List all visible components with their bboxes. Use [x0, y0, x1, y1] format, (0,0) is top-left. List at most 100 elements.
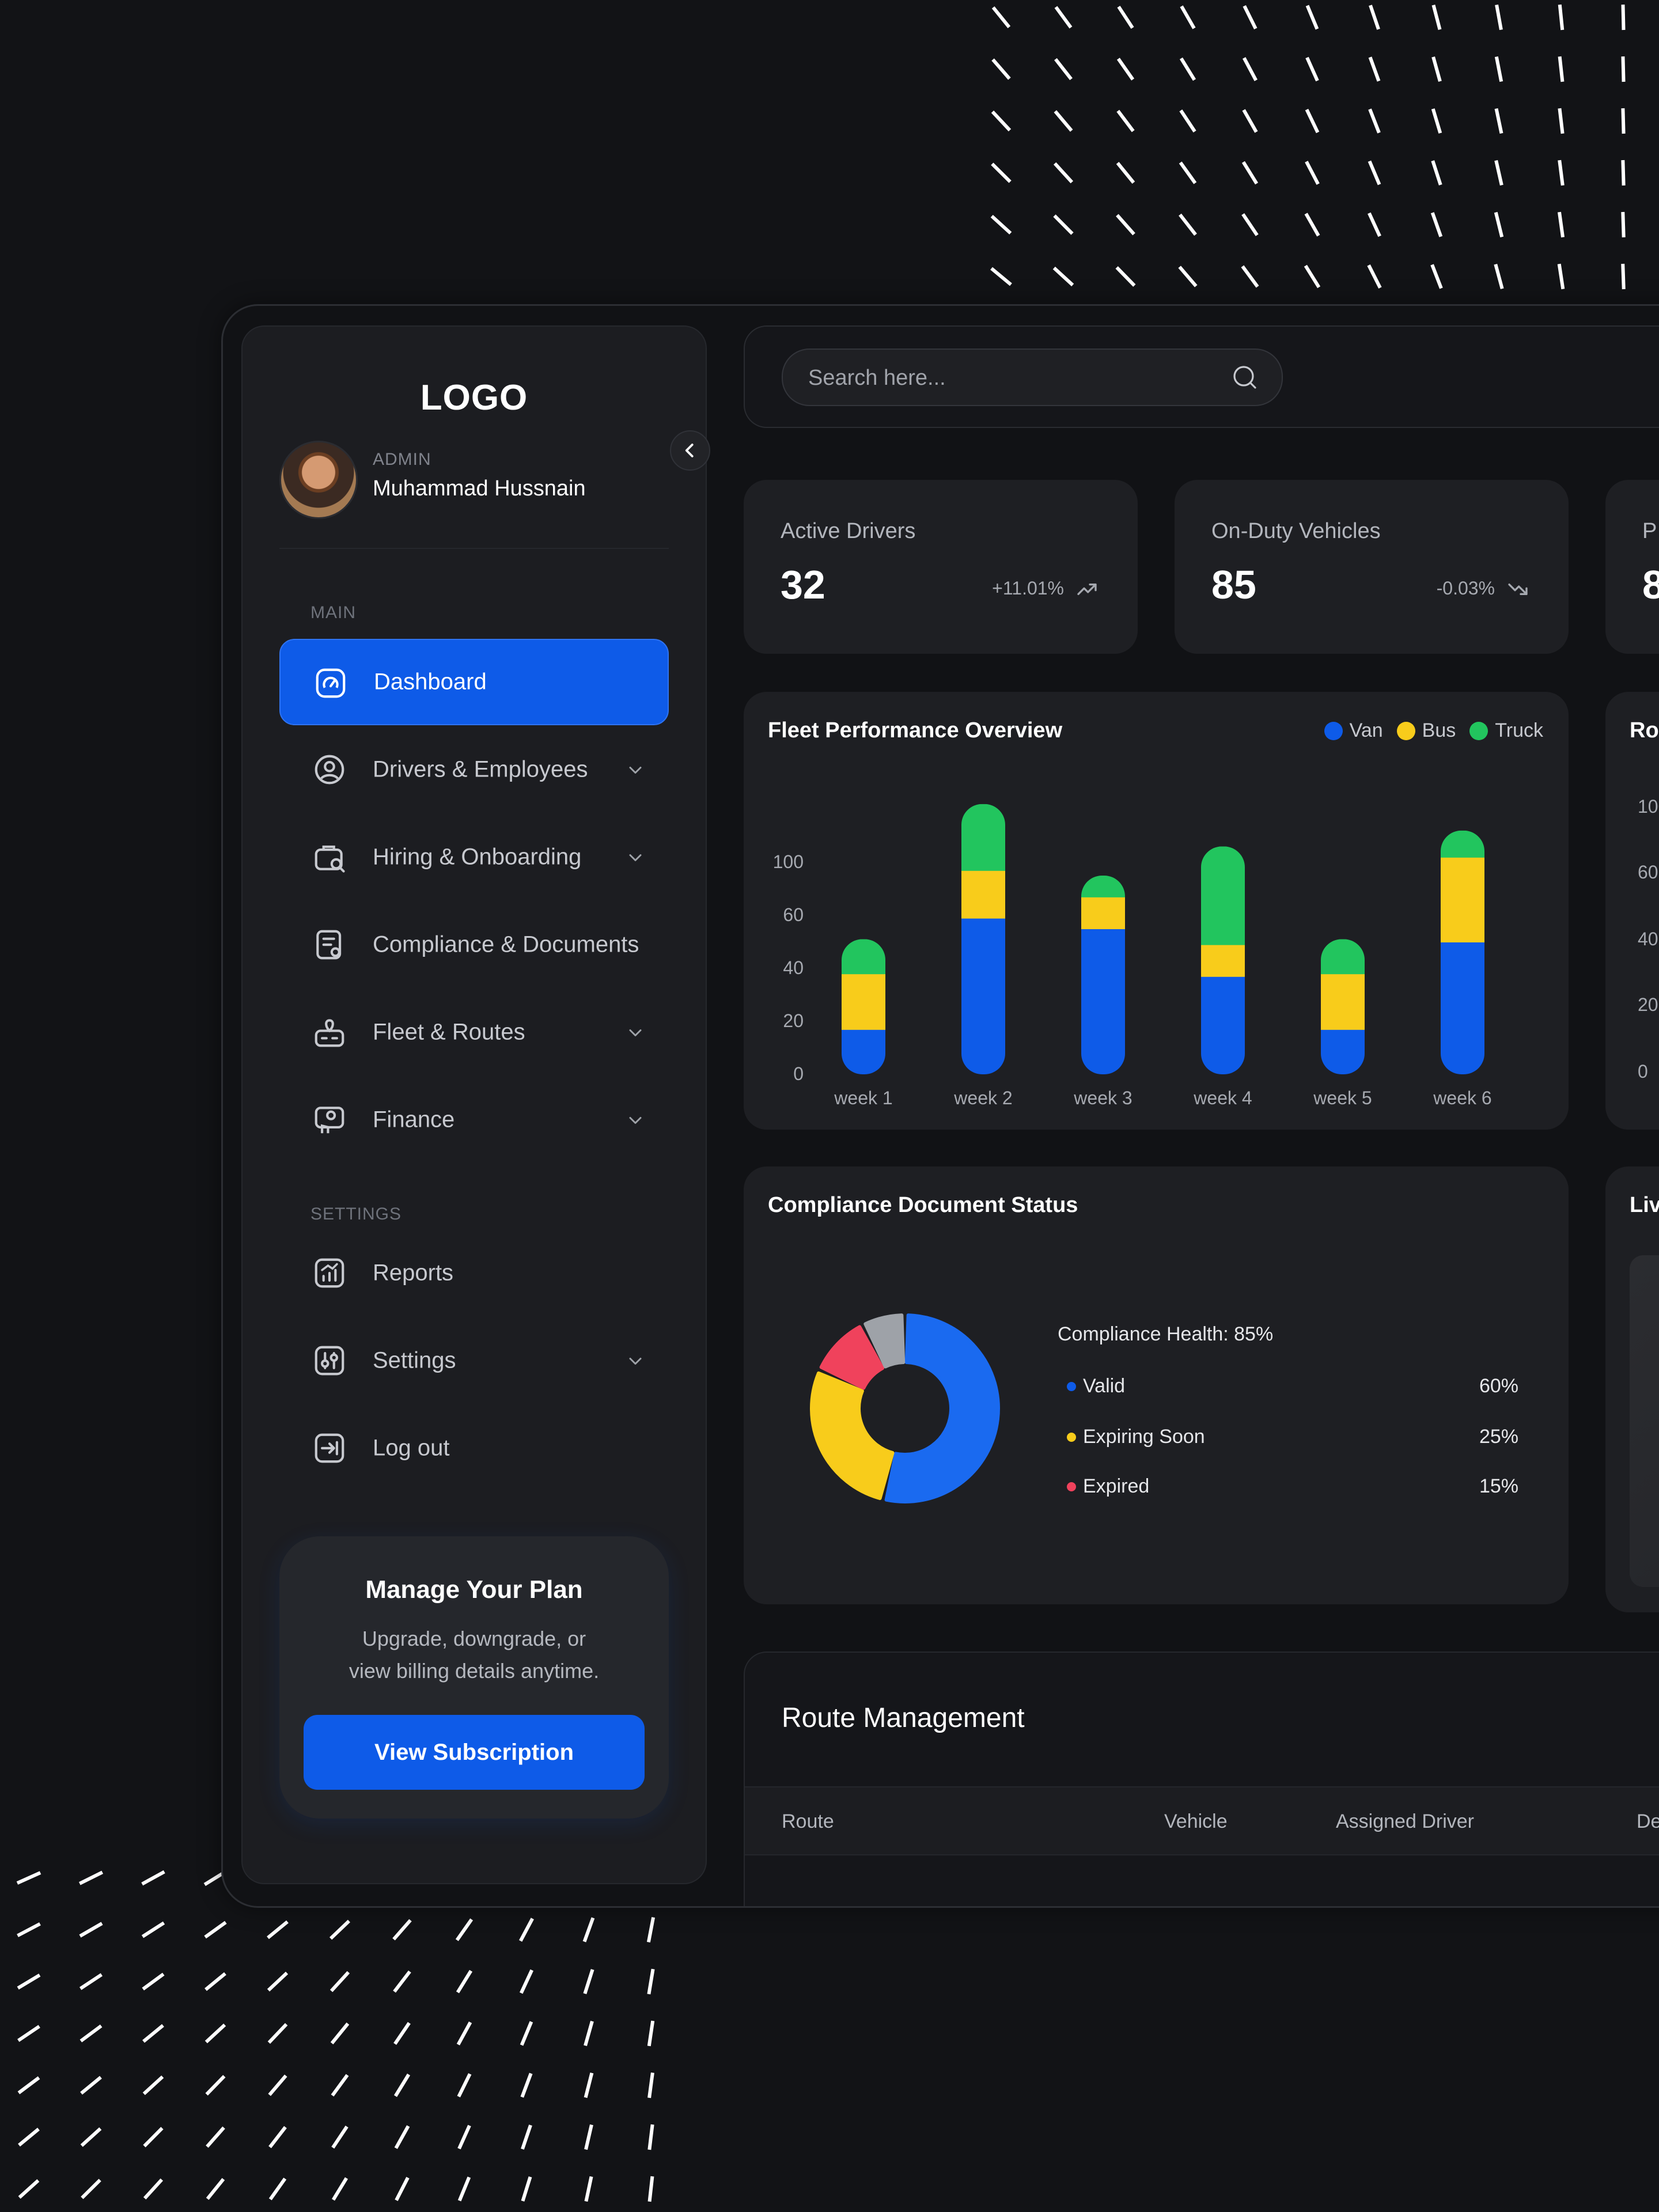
chevron-down-icon[interactable]: [625, 1351, 646, 1372]
column-header-vehicle[interactable]: Vehicle: [1164, 1810, 1228, 1833]
bar-segment-truck[interactable]: [1081, 876, 1125, 897]
donut-segment[interactable]: [810, 1371, 895, 1501]
y-tick-label: 60: [1638, 862, 1658, 882]
trend-down-icon: [1508, 584, 1528, 595]
live-map[interactable]: [1630, 1255, 1659, 1587]
route-management-card: Route Management Route Vehicle Assigned …: [744, 1652, 1659, 1906]
bar-segment-truck[interactable]: [1201, 846, 1245, 945]
bar-segment-bus[interactable]: [1441, 857, 1484, 942]
compliance-title: Compliance Document Status: [768, 1193, 1078, 1217]
sidebar: LOGO ADMIN Muhammad Hussnain MAIN Dashbo…: [241, 325, 707, 1884]
compliance-item-expired: Expired 15%: [1058, 1469, 1518, 1504]
y-tick-label: 20: [1638, 994, 1658, 1015]
bar-segment-van[interactable]: [842, 1029, 885, 1075]
stat-change: +11.01%: [992, 578, 1064, 599]
bar-segment-truck[interactable]: [1441, 830, 1484, 858]
sidebar-item-log-out[interactable]: Log out: [279, 1405, 669, 1491]
chevron-down-icon[interactable]: [625, 760, 646, 781]
sidebar-item-drivers-employees[interactable]: Drivers & Employees: [279, 726, 669, 813]
chevron-down-icon[interactable]: [625, 1022, 646, 1043]
search-box[interactable]: [782, 349, 1283, 406]
bar-segment-bus[interactable]: [961, 870, 1005, 919]
column-header-de[interactable]: De: [1637, 1810, 1659, 1833]
nav-label: Finance: [373, 1107, 455, 1132]
bar-segment-bus[interactable]: [842, 974, 885, 1030]
sidebar-item-reports[interactable]: Reports: [279, 1230, 669, 1316]
bar-segment-bus[interactable]: [1201, 944, 1245, 977]
live-title: Liv: [1630, 1193, 1659, 1217]
x-tick-label: week 6: [1433, 1088, 1491, 1108]
logout-icon: [315, 1433, 344, 1463]
decorative-dashes-top: [979, 0, 1659, 305]
live-tracking-card: Liv: [1605, 1166, 1659, 1612]
bar-segment-van[interactable]: [1081, 929, 1125, 1075]
bar-stack[interactable]: [961, 804, 1005, 1075]
compliance-percent: 25%: [1479, 1426, 1518, 1448]
view-subscription-button[interactable]: View Subscription: [304, 1715, 645, 1790]
sidebar-item-compliance-documents[interactable]: Compliance & Documents: [279, 902, 669, 988]
bar-stack[interactable]: [842, 939, 885, 1075]
compliance-label: Valid: [1083, 1375, 1126, 1397]
second-chart-axis: 100 60 40 20 0: [1638, 796, 1659, 1082]
chevron-down-icon[interactable]: [625, 1110, 646, 1131]
bar-segment-van[interactable]: [1441, 942, 1484, 1075]
sidebar-item-fleet-routes[interactable]: Fleet & Routes: [279, 989, 669, 1075]
y-tick-label: 40: [783, 957, 804, 978]
bar-segment-bus[interactable]: [1321, 974, 1365, 1030]
user-circle-icon: [315, 755, 344, 785]
user-name: Muhammad Hussnain: [373, 476, 586, 501]
x-tick-label: week 5: [1313, 1088, 1372, 1108]
bar-segment-truck[interactable]: [842, 939, 885, 975]
compliance-item-valid: Valid 60%: [1058, 1369, 1518, 1404]
collapse-sidebar-button[interactable]: [670, 430, 710, 471]
sidebar-item-settings[interactable]: Settings: [279, 1317, 669, 1404]
stat-card-partial: P 8: [1605, 480, 1659, 654]
bar-stack[interactable]: [1201, 846, 1245, 1075]
bar-stack[interactable]: [1441, 830, 1484, 1075]
stat-label: P: [1642, 519, 1657, 543]
bar-stack[interactable]: [1081, 876, 1125, 1075]
search-input[interactable]: [807, 350, 1213, 406]
bar-segment-van[interactable]: [1321, 1029, 1365, 1075]
column-header-route[interactable]: Route: [782, 1810, 834, 1833]
route-chart-card: Ro 1006040200: [1605, 692, 1659, 1130]
document-icon: [316, 930, 342, 960]
stat-card-active-drivers: Active Drivers 32 +11.01%: [744, 480, 1138, 654]
nav-label: Fleet & Routes: [373, 1019, 525, 1045]
sidebar-item-dashboard[interactable]: Dashboard: [279, 639, 669, 725]
stat-card-on-duty-vehicles: On-Duty Vehicles 85 -0.03%: [1175, 480, 1569, 654]
bar-segment-truck[interactable]: [1321, 939, 1365, 975]
stat-value: 8: [1642, 562, 1659, 608]
compliance-donut-chart: [810, 1313, 1000, 1503]
bar-segment-van[interactable]: [1201, 976, 1245, 1075]
user-profile[interactable]: ADMIN Muhammad Hussnain: [279, 441, 671, 519]
divider: [279, 548, 669, 549]
nav-label: Compliance & Documents: [373, 931, 639, 957]
chevron-down-icon[interactable]: [625, 847, 646, 868]
nav-label: Reports: [373, 1260, 454, 1286]
sidebar-item-hiring-onboarding[interactable]: Hiring & Onboarding: [279, 814, 669, 900]
briefcase-search-icon: [315, 845, 345, 873]
y-tick-label: 100: [773, 851, 804, 872]
search-icon[interactable]: [1231, 363, 1259, 391]
compliance-label: Expired: [1083, 1475, 1150, 1497]
column-header-driver[interactable]: Assigned Driver: [1336, 1810, 1474, 1833]
stat-change: -0.03%: [1436, 578, 1495, 599]
dashboard-icon: [316, 668, 346, 698]
plan-description-line-2: view billing details anytime.: [349, 1659, 600, 1683]
bar-segment-van[interactable]: [961, 918, 1005, 1075]
topbar: [744, 325, 1659, 428]
chevron-left-icon: [685, 444, 694, 457]
stat-label: Active Drivers: [781, 519, 916, 543]
y-tick-label: 100: [1638, 796, 1659, 817]
decorative-dashes-bottom: [0, 1855, 691, 2212]
plan-title: Manage Your Plan: [365, 1575, 583, 1604]
section-label-main: MAIN: [310, 603, 356, 622]
bar-segment-bus[interactable]: [1081, 896, 1125, 929]
compliance-percent: 15%: [1479, 1475, 1518, 1497]
bar-segment-truck[interactable]: [961, 804, 1005, 871]
stat-value: 32: [781, 562, 825, 607]
plan-description-line-1: Upgrade, downgrade, or: [362, 1627, 586, 1650]
sidebar-item-finance[interactable]: Finance: [279, 1077, 669, 1163]
bar-stack[interactable]: [1321, 939, 1365, 1075]
